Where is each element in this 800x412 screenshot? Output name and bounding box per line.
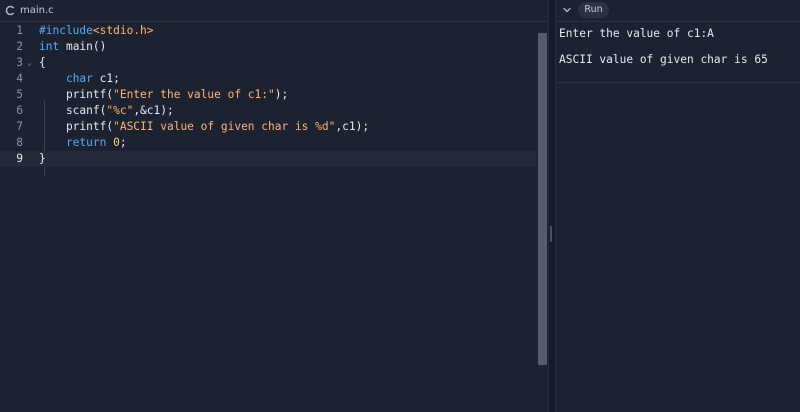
code-token: c1; bbox=[92, 72, 120, 85]
code-line[interactable]: 5 printf("Enter the value of c1:"); bbox=[0, 87, 536, 103]
code-text: int main() bbox=[39, 39, 106, 55]
code-text: char c1; bbox=[39, 71, 120, 87]
code-text: { bbox=[39, 55, 46, 71]
code-token: ; bbox=[119, 136, 127, 149]
code-line[interactable]: 2 int main() bbox=[0, 39, 536, 55]
code-token: ); bbox=[274, 88, 289, 101]
code-editor[interactable]: 1 #include<stdio.h> 2 int main() 3 ⌄ {4 char c… bbox=[0, 22, 536, 412]
line-number: 7 bbox=[16, 120, 23, 133]
code-token: } bbox=[39, 152, 46, 165]
editor-tab-bar: main.c bbox=[0, 0, 548, 22]
output-toolbar: Run bbox=[556, 0, 800, 22]
code-line[interactable]: 7 printf("ASCII value of given char is %… bbox=[0, 119, 536, 135]
line-number: 4 bbox=[16, 72, 23, 85]
code-token: 0 bbox=[113, 136, 120, 149]
code-text: printf("ASCII value of given char is %d"… bbox=[39, 119, 369, 135]
code-text: scanf("%c",&c1); bbox=[39, 103, 174, 119]
code-line[interactable]: 6 scanf("%c",&c1); bbox=[0, 103, 536, 119]
code-token: printf( bbox=[39, 120, 114, 133]
code-token: <stdio.h> bbox=[92, 24, 154, 37]
code-token: return bbox=[65, 136, 107, 149]
code-line[interactable]: 3 ⌄ { bbox=[0, 55, 536, 71]
line-number: 2 bbox=[16, 40, 23, 53]
code-line[interactable]: 9} bbox=[0, 151, 536, 167]
line-number: 9 bbox=[16, 152, 23, 165]
line-number: 3 bbox=[16, 56, 23, 69]
output-pane: Run Enter the value of c1:A ASCII value o… bbox=[556, 0, 800, 412]
code-token: ,c1); bbox=[335, 120, 370, 133]
code-text: printf("Enter the value of c1:"); bbox=[39, 87, 288, 103]
line-number: 5 bbox=[16, 88, 23, 101]
splitter-grip-icon[interactable] bbox=[550, 226, 552, 242]
code-token: int bbox=[39, 40, 60, 53]
code-text: return 0; bbox=[39, 135, 127, 151]
code-token: main() bbox=[59, 40, 107, 53]
code-token: { bbox=[39, 56, 46, 69]
online-compiler-window: main.c 1 #include<stdio.h> 2 int main() 3 ⌄ {4… bbox=[0, 0, 800, 412]
output-line: Enter the value of c1:A bbox=[559, 27, 714, 40]
run-button[interactable]: Run bbox=[578, 2, 609, 18]
program-output: Enter the value of c1:A ASCII value of gi… bbox=[559, 26, 797, 78]
code-text: } bbox=[39, 151, 46, 167]
code-token: "%c" bbox=[106, 104, 134, 117]
editor-pane: main.c 1 #include<stdio.h> 2 int main() 3 ⌄ {4… bbox=[0, 0, 548, 412]
editor-scrollbar-thumb[interactable] bbox=[538, 33, 547, 365]
code-token: ,&c1); bbox=[133, 104, 174, 117]
output-divider bbox=[556, 82, 800, 83]
chevron-down-icon[interactable] bbox=[560, 3, 574, 17]
code-token: "ASCII value of given char is %d" bbox=[113, 120, 336, 133]
code-token: printf( bbox=[39, 88, 114, 101]
output-line: ASCII value of given char is 65 bbox=[559, 53, 768, 66]
code-line[interactable]: 1 #include<stdio.h> bbox=[0, 23, 536, 39]
code-line[interactable]: 8 return 0; bbox=[0, 135, 536, 151]
line-number: 8 bbox=[16, 136, 23, 149]
code-token: scanf( bbox=[39, 104, 107, 117]
code-token: char bbox=[65, 72, 93, 85]
file-c-icon bbox=[5, 5, 16, 16]
code-token: #include bbox=[39, 24, 93, 37]
file-tab-main-c[interactable]: main.c bbox=[3, 2, 58, 19]
code-text: #include<stdio.h> bbox=[39, 23, 154, 39]
file-tab-label: main.c bbox=[20, 5, 54, 16]
fold-chevron-icon[interactable]: ⌄ bbox=[27, 55, 35, 71]
pane-splitter[interactable] bbox=[548, 0, 556, 412]
code-line[interactable]: 4 char c1; bbox=[0, 71, 536, 87]
line-number: 6 bbox=[16, 104, 23, 117]
code-token: "Enter the value of c1:" bbox=[113, 88, 275, 101]
line-number: 1 bbox=[16, 24, 23, 37]
